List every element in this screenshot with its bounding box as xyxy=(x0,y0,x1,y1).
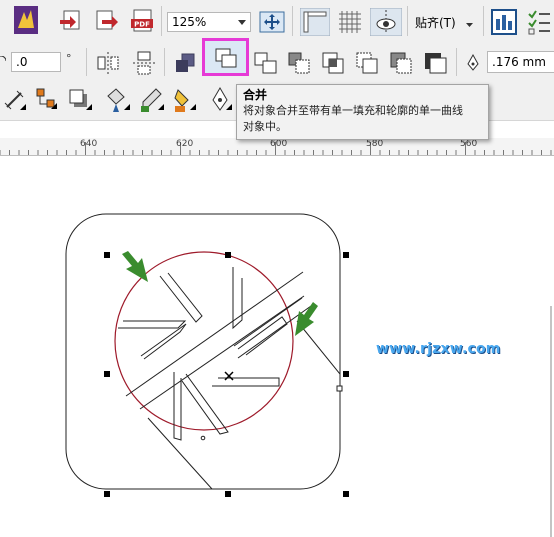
separator xyxy=(456,48,457,76)
chevron-down-icon xyxy=(238,20,246,25)
separator xyxy=(164,48,165,76)
ruler-label: 560 xyxy=(460,139,478,149)
connector-tool-icon[interactable] xyxy=(35,87,57,113)
ruler-label: 620 xyxy=(176,139,194,149)
chevron-down-icon xyxy=(465,23,473,27)
zoom-level-select[interactable]: 125% xyxy=(167,12,251,32)
separator xyxy=(483,6,484,36)
degree-symbol: ° xyxy=(66,52,72,65)
combine-button[interactable] xyxy=(202,38,249,76)
center-marker xyxy=(224,371,234,381)
horizontal-ruler[interactable]: 640 620 600 580 560 xyxy=(0,138,554,156)
tooltip-description-continued: 对象中。 xyxy=(243,120,287,133)
outline-width-value: .176 mm xyxy=(492,55,546,69)
options-icon[interactable] xyxy=(491,9,517,35)
show-rulers-icon[interactable] xyxy=(300,8,330,36)
ruler-label: 600 xyxy=(270,139,288,149)
interactive-fill-icon[interactable] xyxy=(172,86,196,114)
outline-pen-tool-icon[interactable] xyxy=(208,86,232,114)
separator xyxy=(86,48,87,76)
node-handle[interactable] xyxy=(336,385,343,392)
separator xyxy=(407,6,408,36)
simplify-icon[interactable] xyxy=(355,51,381,75)
combine-tooltip: 合并 将对象合并至带有单一填充和轮廓的单一曲线 对象中。 xyxy=(236,84,489,140)
rotation-icon xyxy=(0,56,6,62)
import-icon[interactable] xyxy=(58,8,84,34)
tooltip-title: 合并 xyxy=(243,88,268,102)
snap-to-menu[interactable]: 贴齐(T) xyxy=(415,14,473,31)
standard-toolbar: PDF 125% 贴齐(T) xyxy=(0,0,554,43)
publish-pdf-icon[interactable]: PDF xyxy=(130,8,156,34)
weld-icon[interactable] xyxy=(174,52,198,74)
app-launcher-icon[interactable] xyxy=(14,6,38,34)
intersect-icon[interactable] xyxy=(321,51,347,75)
arrow-icon xyxy=(122,251,148,282)
trim-icon[interactable] xyxy=(287,51,313,75)
green-arrows xyxy=(122,251,318,336)
drawing-canvas[interactable]: www.rjzxw.com xyxy=(0,156,554,537)
back-minus-front-icon[interactable] xyxy=(423,51,449,75)
ruler-label: 580 xyxy=(366,139,384,149)
tooltip-description: 将对象合并至带有单一填充和轮廓的单一曲线 xyxy=(243,104,463,117)
full-screen-preview-icon[interactable] xyxy=(259,10,285,34)
dimension-tool-icon[interactable] xyxy=(4,88,26,112)
snap-to-label: 贴齐(T) xyxy=(415,16,456,30)
watermark-text: www.rjzxw.com xyxy=(376,341,501,357)
aperture-blades[interactable] xyxy=(118,267,341,490)
show-grid-icon[interactable] xyxy=(336,8,364,36)
rotation-angle-input[interactable]: .0 xyxy=(11,52,61,72)
separator xyxy=(161,6,162,36)
svg-text:PDF: PDF xyxy=(134,21,150,29)
break-apart-icon[interactable] xyxy=(253,51,279,75)
node-handle[interactable] xyxy=(200,435,206,441)
rotation-angle-value: .0 xyxy=(16,55,28,69)
property-bar: .0 ° .176 mm xyxy=(0,38,554,83)
eyedropper-icon[interactable] xyxy=(138,86,164,114)
show-guidelines-icon[interactable] xyxy=(370,8,402,36)
mirror-vertical-icon[interactable] xyxy=(131,50,157,76)
mirror-horizontal-icon[interactable] xyxy=(96,50,120,76)
zoom-level-value: 125% xyxy=(172,15,207,29)
drop-shadow-tool-icon[interactable] xyxy=(68,88,92,112)
combine-icon xyxy=(215,48,237,68)
export-icon[interactable] xyxy=(94,8,120,34)
fill-tool-icon[interactable] xyxy=(104,86,130,114)
arrow-icon xyxy=(295,302,318,336)
ruler-label: 640 xyxy=(80,139,98,149)
outline-width-select[interactable]: .176 mm xyxy=(487,51,554,73)
separator xyxy=(292,6,293,36)
front-minus-back-icon[interactable] xyxy=(389,51,415,75)
checklist-icon[interactable] xyxy=(527,9,551,35)
outline-pen-icon xyxy=(467,54,479,71)
